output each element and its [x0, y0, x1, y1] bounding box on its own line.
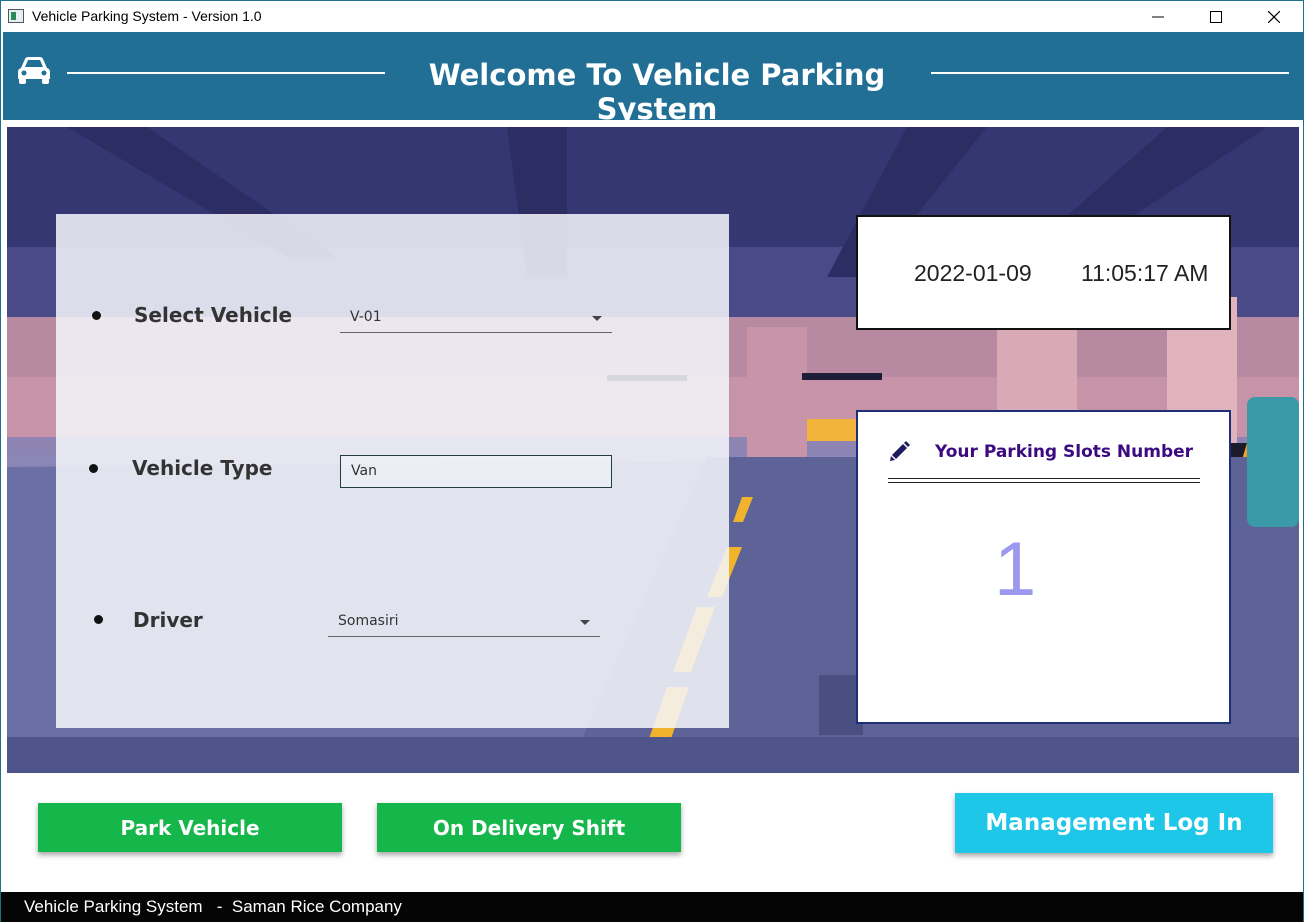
current-time: 11:05:17 AM — [1081, 260, 1209, 286]
vehicle-type-label: Vehicle Type — [132, 456, 273, 480]
date-time-box: 2022-01-09 11:05:17 AM — [856, 215, 1231, 330]
window-title: Vehicle Parking System - Version 1.0 — [32, 8, 262, 24]
maximize-button[interactable] — [1187, 1, 1245, 32]
slot-divider — [888, 482, 1200, 483]
header-divider-right — [931, 72, 1289, 74]
park-vehicle-button[interactable]: Park Vehicle — [38, 803, 342, 852]
driver-dropdown[interactable]: Somasiri — [328, 609, 600, 637]
vehicle-type-value: Van — [351, 463, 377, 479]
driver-value: Somasiri — [338, 613, 399, 629]
minimize-icon — [1152, 16, 1164, 17]
management-login-button[interactable]: Management Log In — [955, 793, 1273, 853]
select-vehicle-dropdown[interactable]: V-01 — [340, 305, 612, 333]
on-delivery-shift-button[interactable]: On Delivery Shift — [377, 803, 681, 852]
vehicle-type-field[interactable]: Van — [340, 455, 612, 488]
slot-divider — [888, 478, 1200, 479]
bullet-icon — [92, 311, 101, 320]
pencil-icon — [890, 441, 910, 461]
select-vehicle-value: V-01 — [350, 309, 382, 325]
chevron-down-icon — [592, 316, 602, 321]
vehicle-form-panel: Select Vehicle V-01 Vehicle Type Van Dri… — [56, 214, 729, 728]
driver-label: Driver — [133, 608, 203, 632]
app-header: Welcome To Vehicle Parking System — [3, 32, 1303, 126]
close-icon — [1268, 10, 1280, 23]
bullet-icon — [89, 464, 98, 473]
parking-slot-title: Your Parking Slots Number — [935, 442, 1194, 462]
app-window: Vehicle Parking System - Version 1.0 Wel… — [0, 0, 1304, 922]
status-text: Vehicle Parking System - Saman Rice Comp… — [24, 897, 402, 916]
title-bar[interactable]: Vehicle Parking System - Version 1.0 — [1, 1, 1303, 32]
status-bar: Vehicle Parking System - Saman Rice Comp… — [1, 892, 1303, 922]
header-divider-left — [67, 72, 385, 74]
select-vehicle-label: Select Vehicle — [134, 303, 293, 327]
maximize-icon — [1210, 10, 1222, 23]
page-title: Welcome To Vehicle Parking System — [428, 58, 886, 126]
app-icon — [8, 9, 24, 23]
parking-slot-panel: Your Parking Slots Number 1 — [856, 410, 1231, 724]
bullet-icon — [94, 615, 103, 624]
chevron-down-icon — [580, 620, 590, 625]
parking-slot-number: 1 — [994, 527, 1037, 612]
close-button[interactable] — [1245, 1, 1303, 32]
minimize-button[interactable] — [1129, 1, 1187, 32]
car-icon — [18, 57, 50, 84]
current-date: 2022-01-09 — [914, 260, 1032, 286]
